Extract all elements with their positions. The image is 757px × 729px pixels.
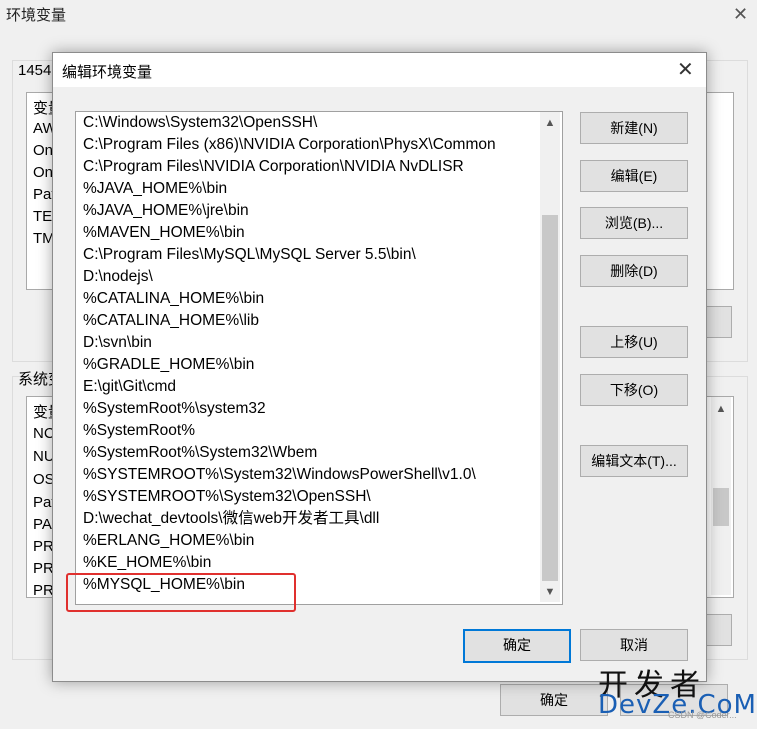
scroll-up-icon[interactable]: ▲ bbox=[540, 117, 560, 129]
edit-button[interactable]: 编辑(E) bbox=[580, 160, 688, 192]
close-icon[interactable]: ✕ bbox=[677, 57, 694, 82]
list-item[interactable]: %CATALINA_HOME%\bin bbox=[83, 288, 264, 310]
list-item[interactable]: %SYSTEMROOT%\System32\WindowsPowerShell\… bbox=[83, 464, 476, 486]
list-item[interactable]: %SystemRoot%\System32\Wbem bbox=[83, 442, 317, 464]
list-item[interactable]: E:\git\Git\cmd bbox=[83, 376, 176, 398]
parent-ok-button[interactable]: 确定 bbox=[500, 684, 608, 716]
list-item[interactable]: %SystemRoot% bbox=[83, 420, 195, 442]
delete-button[interactable]: 删除(D) bbox=[580, 255, 688, 287]
list-item[interactable]: PR bbox=[33, 538, 54, 555]
list-item[interactable]: D:\svn\bin bbox=[83, 332, 152, 354]
path-list[interactable]: C:\Windows\System32\OpenSSH\ C:\Program … bbox=[75, 111, 563, 605]
list-item[interactable]: PR bbox=[33, 582, 54, 599]
list-item[interactable]: %JAVA_HOME%\bin bbox=[83, 178, 227, 200]
list-item[interactable]: PR bbox=[33, 560, 54, 577]
list-item[interactable]: PA bbox=[33, 516, 52, 533]
scrollbar-thumb[interactable] bbox=[713, 488, 729, 526]
list-item[interactable]: %MAVEN_HOME%\bin bbox=[83, 222, 245, 244]
dialog-title: 编辑环境变量 bbox=[62, 64, 153, 81]
list-item[interactable]: C:\Program Files\NVIDIA Corporation\NVID… bbox=[83, 156, 464, 178]
list-item[interactable]: C:\Windows\System32\OpenSSH\ bbox=[83, 112, 317, 134]
close-icon[interactable]: ✕ bbox=[733, 4, 748, 25]
edit-environment-variable-dialog: 编辑环境变量 ✕ C:\Windows\System32\OpenSSH\ C:… bbox=[52, 52, 707, 682]
ok-button[interactable]: 确定 bbox=[463, 629, 571, 663]
scrollbar-thumb[interactable] bbox=[542, 215, 558, 581]
list-item[interactable]: %SystemRoot%\system32 bbox=[83, 398, 266, 420]
window-title: 环境变量 bbox=[6, 7, 67, 24]
move-up-button[interactable]: 上移(U) bbox=[580, 326, 688, 358]
highlight-box bbox=[66, 573, 296, 612]
list-item[interactable]: On bbox=[33, 142, 53, 159]
edit-text-button[interactable]: 编辑文本(T)... bbox=[580, 445, 688, 477]
list-item[interactable]: %CATALINA_HOME%\lib bbox=[83, 310, 259, 332]
list-item[interactable]: D:\nodejs\ bbox=[83, 266, 153, 288]
list-item[interactable]: On bbox=[33, 164, 53, 181]
move-down-button[interactable]: 下移(O) bbox=[580, 374, 688, 406]
list-item[interactable]: %KE_HOME%\bin bbox=[83, 552, 211, 574]
scroll-up-icon[interactable]: ▲ bbox=[711, 403, 731, 415]
new-button[interactable]: 新建(N) bbox=[580, 112, 688, 144]
list-item[interactable]: %ERLANG_HOME%\bin bbox=[83, 530, 254, 552]
cancel-button[interactable]: 取消 bbox=[580, 629, 688, 661]
browse-button[interactable]: 浏览(B)... bbox=[580, 207, 688, 239]
list-item[interactable]: %GRADLE_HOME%\bin bbox=[83, 354, 254, 376]
list-item[interactable]: %JAVA_HOME%\jre\bin bbox=[83, 200, 249, 222]
list-item[interactable]: C:\Program Files (x86)\NVIDIA Corporatio… bbox=[83, 134, 496, 156]
watermark-small: CSDN @Coder... bbox=[668, 710, 737, 720]
list-item[interactable]: C:\Program Files\MySQL\MySQL Server 5.5\… bbox=[83, 244, 416, 266]
list-item[interactable]: D:\wechat_devtools\微信web开发者工具\dll bbox=[83, 508, 379, 530]
scroll-down-icon[interactable]: ▼ bbox=[540, 586, 560, 598]
watermark: 开发者 DevZe.CoM bbox=[598, 660, 756, 720]
list-item[interactable]: %SYSTEMROOT%\System32\OpenSSH\ bbox=[83, 486, 371, 508]
user-group-label: 1454 bbox=[18, 62, 52, 79]
